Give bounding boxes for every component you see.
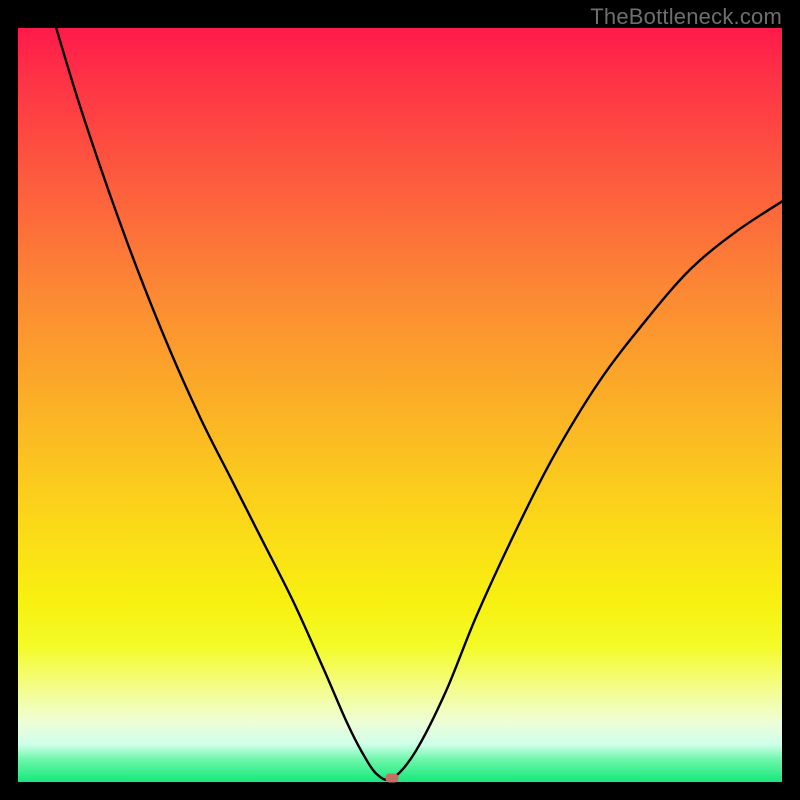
- watermark-text: TheBottleneck.com: [590, 4, 782, 30]
- chart-frame: TheBottleneck.com: [0, 0, 800, 800]
- curve-path: [56, 28, 782, 780]
- curve-minimum-marker: [386, 774, 399, 783]
- bottleneck-curve: [18, 28, 782, 782]
- plot-area: [18, 28, 782, 782]
